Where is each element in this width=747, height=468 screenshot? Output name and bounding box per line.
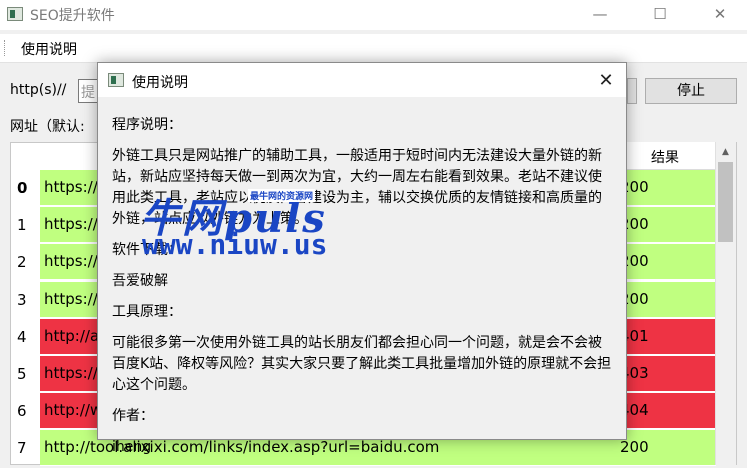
minimize-icon[interactable]: — — [580, 3, 620, 25]
row-number: 1 — [17, 216, 27, 235]
row-result: 200 — [616, 281, 716, 318]
close-icon[interactable]: ✕ — [700, 3, 740, 25]
url-label: http(s)// — [10, 82, 67, 98]
section-text: iheng — [112, 439, 152, 455]
scroll-up-icon[interactable]: ▲ — [716, 144, 735, 160]
row-number: 5 — [17, 365, 27, 383]
menu-grip — [4, 40, 7, 56]
stop-button[interactable]: 停止 — [645, 78, 737, 104]
row-result: 401 — [616, 318, 716, 355]
maximize-icon[interactable]: ☐ — [640, 3, 680, 25]
row-number: 6 — [17, 402, 27, 421]
menu-item-help[interactable]: 使用说明 — [21, 39, 77, 59]
section-heading: 作者： — [112, 408, 154, 424]
row-result: 200 — [616, 430, 716, 467]
menu-bar — [0, 34, 747, 63]
section-text: 吾爱破解 — [112, 273, 168, 289]
window-title: SEO提升软件 — [30, 8, 115, 24]
dialog-body: 程序说明： 外链工具只是网站推广的辅助工具，一般适用于短时间内无法建设大量外链的… — [112, 115, 612, 468]
section-text: 可能很多第一次使用外链工具的站长朋友们都会担心同一个问题，就是会不会被百度K站、… — [112, 335, 612, 393]
row-result: 200 — [616, 207, 716, 244]
row-number: 3 — [17, 290, 27, 309]
row-result: 200 — [616, 244, 716, 281]
section-heading: 工具原理： — [112, 304, 182, 320]
start-button[interactable] — [627, 78, 637, 104]
dialog-close-icon[interactable]: ✕ — [586, 69, 626, 93]
watermark-tagline: 最牛网的资源网 — [248, 189, 316, 202]
row-number: 2 — [17, 253, 27, 272]
address-label: 网址（默认: — [10, 119, 85, 135]
row-number: 7 — [17, 439, 27, 458]
watermark-url: www.niuw.us — [142, 228, 328, 261]
row-result: 200 — [616, 170, 716, 206]
dialog-title: 使用说明 — [132, 75, 188, 91]
dialog-app-icon — [108, 73, 124, 87]
row-number: 4 — [17, 327, 27, 346]
scrollbar-thumb[interactable] — [718, 162, 733, 242]
app-icon — [7, 7, 23, 21]
row-number: 0 — [17, 179, 28, 197]
row-result: 404 — [616, 393, 716, 430]
column-header-result[interactable]: 结果 — [616, 142, 716, 170]
section-heading: 程序说明： — [112, 117, 182, 133]
row-result: 403 — [616, 356, 716, 392]
